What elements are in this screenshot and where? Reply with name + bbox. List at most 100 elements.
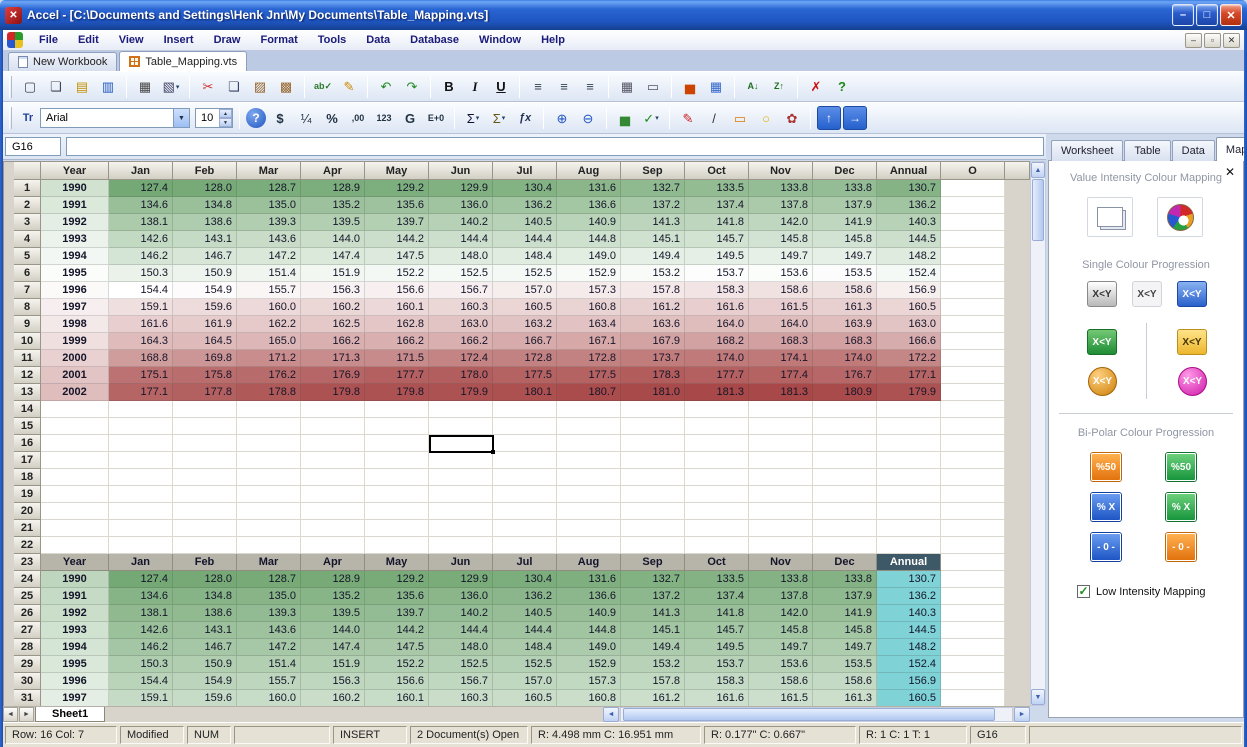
cell[interactable]: 161.6 bbox=[685, 299, 749, 316]
cell[interactable] bbox=[301, 418, 365, 435]
cell[interactable] bbox=[941, 418, 1005, 435]
cell[interactable] bbox=[877, 452, 941, 469]
cell[interactable] bbox=[109, 520, 173, 537]
row-header-13[interactable]: 13 bbox=[14, 384, 41, 401]
cell[interactable]: 179.8 bbox=[301, 384, 365, 401]
cell[interactable]: 153.7 bbox=[685, 265, 749, 282]
cell[interactable] bbox=[365, 435, 429, 452]
cell[interactable]: 141.8 bbox=[685, 214, 749, 231]
cell[interactable]: 144.2 bbox=[365, 622, 429, 639]
cell[interactable] bbox=[813, 469, 877, 486]
map-single-magenta-button[interactable]: X<Y bbox=[1178, 367, 1207, 396]
cell[interactable]: 140.3 bbox=[877, 214, 941, 231]
undo[interactable]: ↶ bbox=[374, 75, 398, 99]
cell[interactable] bbox=[877, 401, 941, 418]
doc-tab-table-mapping-vts[interactable]: Table_Mapping.vts bbox=[119, 51, 247, 71]
cell[interactable]: 172.8 bbox=[557, 350, 621, 367]
cell[interactable] bbox=[941, 690, 1005, 706]
cell[interactable]: 168.8 bbox=[109, 350, 173, 367]
cell[interactable]: 175.1 bbox=[109, 367, 173, 384]
cell[interactable] bbox=[749, 537, 813, 554]
draw-callout[interactable]: ○ bbox=[754, 106, 778, 130]
new-from-template[interactable]: ❏ bbox=[44, 75, 68, 99]
mdi-minimize-button[interactable] bbox=[1185, 33, 1202, 48]
menu-file[interactable]: File bbox=[29, 32, 68, 48]
cell[interactable]: 152.9 bbox=[557, 656, 621, 673]
cell[interactable]: 139.7 bbox=[365, 214, 429, 231]
cell[interactable]: 127.4 bbox=[109, 180, 173, 197]
row-header-7[interactable]: 7 bbox=[14, 282, 41, 299]
cell[interactable] bbox=[41, 469, 109, 486]
cell[interactable] bbox=[621, 401, 685, 418]
cell[interactable]: 177.5 bbox=[493, 367, 557, 384]
cell[interactable] bbox=[941, 435, 1005, 452]
cell[interactable]: 135.0 bbox=[237, 588, 301, 605]
cell[interactable]: 136.6 bbox=[557, 197, 621, 214]
cell[interactable] bbox=[813, 401, 877, 418]
cell[interactable]: 148.0 bbox=[429, 639, 493, 656]
cell[interactable]: 1996 bbox=[41, 673, 109, 690]
cell[interactable]: 143.6 bbox=[237, 622, 301, 639]
cell[interactable]: 150.3 bbox=[109, 656, 173, 673]
print[interactable]: ▦ bbox=[133, 75, 157, 99]
cell[interactable] bbox=[429, 537, 493, 554]
row-header-6[interactable]: 6 bbox=[14, 265, 41, 282]
cell[interactable] bbox=[493, 503, 557, 520]
cell[interactable] bbox=[941, 231, 1005, 248]
cell[interactable] bbox=[557, 503, 621, 520]
fraction-format[interactable]: ¼ bbox=[294, 106, 318, 130]
cell[interactable]: 146.2 bbox=[109, 639, 173, 656]
cell[interactable] bbox=[557, 520, 621, 537]
cell[interactable]: 149.4 bbox=[621, 639, 685, 656]
cell[interactable] bbox=[173, 452, 237, 469]
cell[interactable]: 138.6 bbox=[173, 214, 237, 231]
menu-view[interactable]: View bbox=[109, 32, 154, 48]
cell[interactable]: 151.4 bbox=[237, 265, 301, 282]
cell[interactable]: 161.5 bbox=[749, 299, 813, 316]
cell[interactable] bbox=[365, 486, 429, 503]
cell[interactable]: 158.6 bbox=[749, 673, 813, 690]
column-header-mar[interactable]: Mar bbox=[237, 162, 301, 180]
cell[interactable]: Mar bbox=[237, 554, 301, 571]
cell[interactable]: 145.7 bbox=[685, 622, 749, 639]
cell[interactable] bbox=[237, 503, 301, 520]
cell[interactable]: 160.5 bbox=[877, 690, 941, 706]
toolbar-drag-handle[interactable] bbox=[9, 76, 12, 98]
cell[interactable]: 159.6 bbox=[173, 299, 237, 316]
cell[interactable]: 173.7 bbox=[621, 350, 685, 367]
row-header-29[interactable]: 29 bbox=[14, 656, 41, 673]
cell[interactable]: 157.0 bbox=[493, 282, 557, 299]
cell[interactable] bbox=[621, 503, 685, 520]
cell[interactable]: 161.6 bbox=[685, 690, 749, 706]
cell[interactable] bbox=[941, 333, 1005, 350]
formula-input[interactable] bbox=[66, 137, 1044, 156]
row-header-23[interactable]: 23 bbox=[14, 554, 41, 571]
cell[interactable]: 1991 bbox=[41, 588, 109, 605]
cell[interactable]: 166.2 bbox=[365, 333, 429, 350]
cell[interactable]: 1995 bbox=[41, 265, 109, 282]
cell[interactable]: 163.2 bbox=[493, 316, 557, 333]
scientific-format[interactable]: E+0 bbox=[424, 106, 448, 130]
cell[interactable]: 163.4 bbox=[557, 316, 621, 333]
delete[interactable]: ✗ bbox=[804, 75, 828, 99]
cell[interactable]: 1997 bbox=[41, 299, 109, 316]
cell[interactable]: 161.9 bbox=[173, 316, 237, 333]
cell[interactable]: 1992 bbox=[41, 214, 109, 231]
cell[interactable]: 154.9 bbox=[173, 282, 237, 299]
scroll-down-icon[interactable] bbox=[1031, 689, 1045, 705]
cell[interactable]: Jul bbox=[493, 554, 557, 571]
insert-chart[interactable]: ▅ bbox=[678, 75, 702, 99]
cell[interactable] bbox=[301, 435, 365, 452]
menu-format[interactable]: Format bbox=[250, 32, 307, 48]
help-round[interactable]: ? bbox=[246, 108, 266, 128]
cell[interactable]: 160.5 bbox=[493, 690, 557, 706]
open-folder[interactable]: ▤ bbox=[70, 75, 94, 99]
help[interactable]: ? bbox=[830, 75, 854, 99]
borders[interactable]: ▦ bbox=[615, 75, 639, 99]
cell[interactable] bbox=[813, 435, 877, 452]
cell[interactable]: 1997 bbox=[41, 690, 109, 706]
zoom-out[interactable]: ⊖ bbox=[576, 106, 600, 130]
cell[interactable]: 135.6 bbox=[365, 197, 429, 214]
cell[interactable] bbox=[365, 401, 429, 418]
scroll-up-icon[interactable] bbox=[1031, 162, 1045, 178]
